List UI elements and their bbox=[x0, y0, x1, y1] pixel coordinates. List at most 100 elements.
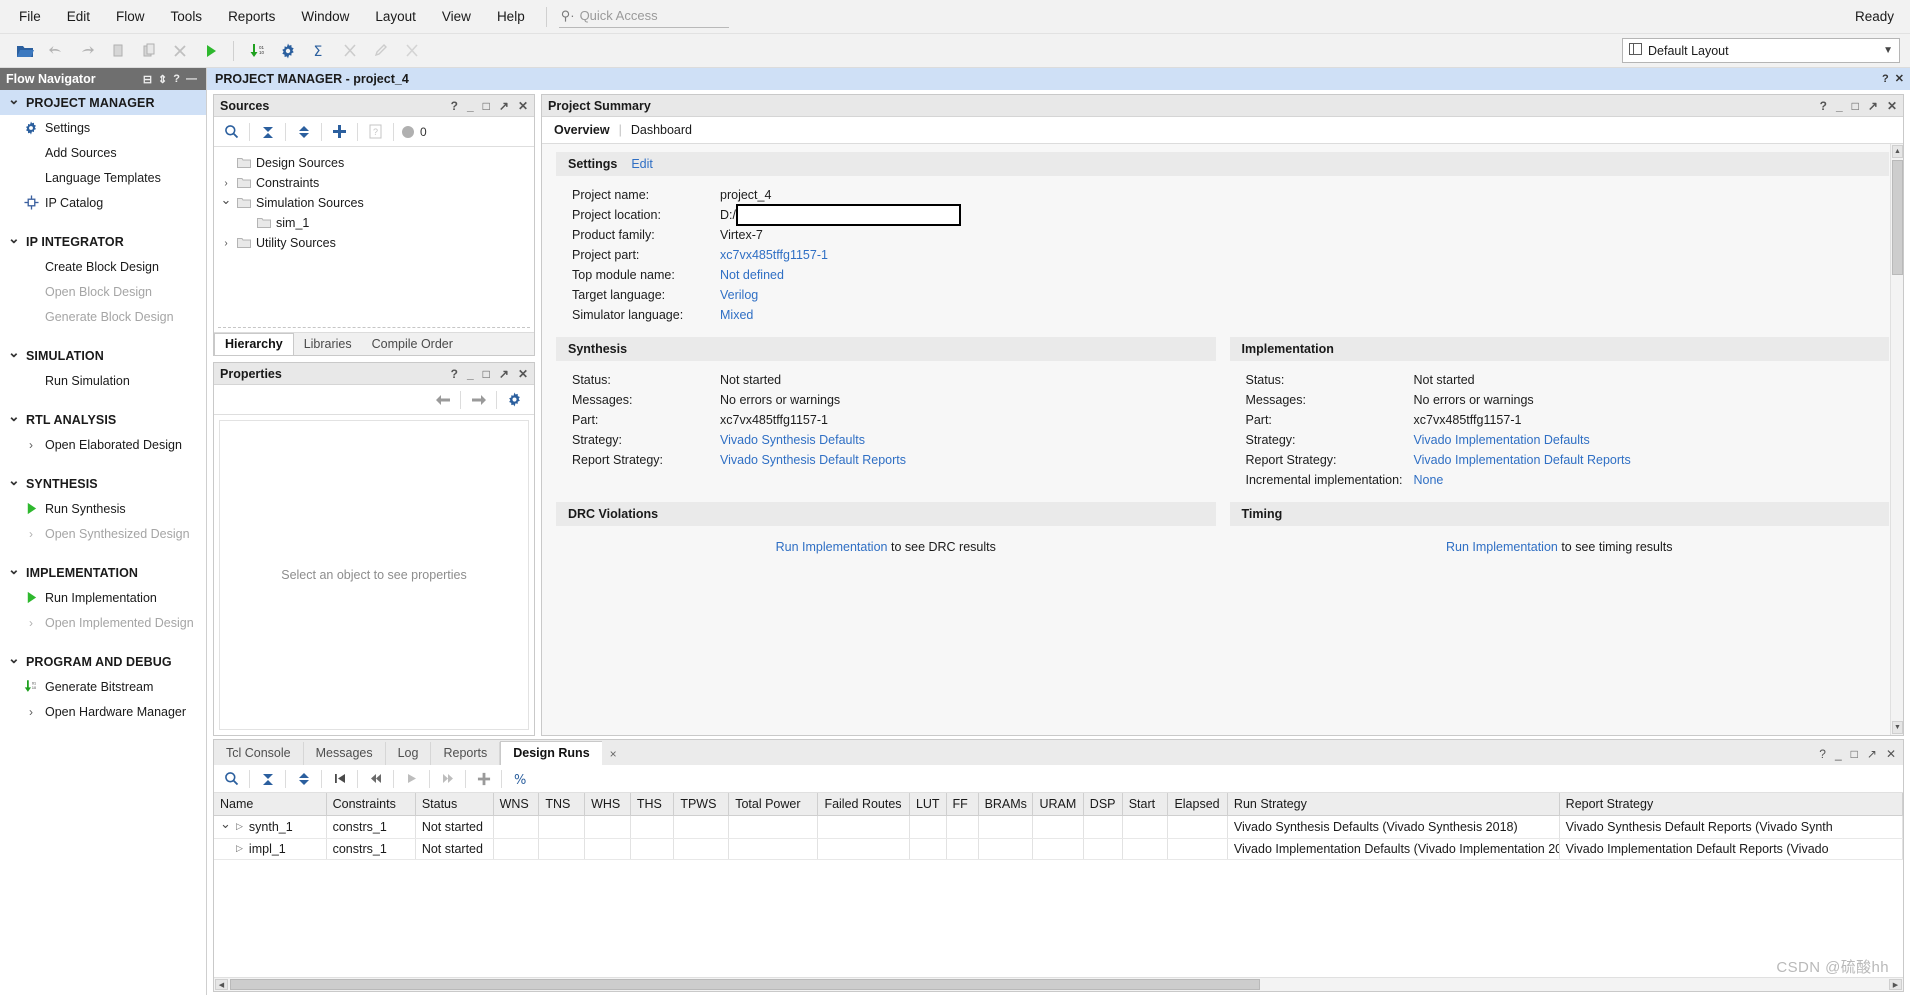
gear-icon[interactable] bbox=[501, 388, 528, 412]
float-icon[interactable]: ↗ bbox=[1868, 100, 1878, 112]
implementation-value[interactable]: None bbox=[1414, 473, 1444, 487]
console-tab-messages[interactable]: Messages bbox=[304, 742, 386, 765]
percent-icon[interactable]: % bbox=[506, 767, 533, 791]
flow-section-rtl-analysis[interactable]: ⌄ RTL ANALYSIS bbox=[0, 407, 206, 432]
help-icon[interactable]: ? bbox=[451, 368, 458, 380]
column-header-brams[interactable]: BRAMs bbox=[978, 793, 1034, 816]
settings-value[interactable]: Mixed bbox=[720, 308, 753, 322]
flow-item-open-hardware-manager[interactable]: › Open Hardware Manager bbox=[0, 699, 206, 724]
console-tab-log[interactable]: Log bbox=[386, 742, 432, 765]
menu-file[interactable]: File bbox=[6, 5, 54, 28]
help-icon[interactable]: ? bbox=[451, 100, 458, 112]
maximize-icon[interactable]: □ bbox=[1852, 100, 1859, 112]
add-run-icon[interactable] bbox=[470, 767, 497, 791]
column-header-tpws[interactable]: TPWS bbox=[673, 793, 730, 816]
close-icon[interactable]: ✕ bbox=[1886, 748, 1896, 760]
column-header-uram[interactable]: URAM bbox=[1032, 793, 1084, 816]
flow-item-generate-bitstream[interactable]: 01 10 Generate Bitstream bbox=[0, 674, 206, 699]
paste-icon[interactable] bbox=[134, 38, 163, 64]
forward-icon[interactable] bbox=[465, 388, 492, 412]
flow-item-settings[interactable]: Settings bbox=[0, 115, 206, 140]
menu-flow[interactable]: Flow bbox=[103, 5, 158, 28]
column-header-ff[interactable]: FF bbox=[946, 793, 979, 816]
column-header-status[interactable]: Status bbox=[415, 793, 494, 816]
flow-item-open-synthesized-design[interactable]: › Open Synthesized Design bbox=[0, 521, 206, 546]
flow-section-program-and-debug[interactable]: ⌄ PROGRAM AND DEBUG bbox=[0, 649, 206, 674]
column-header-failed-routes[interactable]: Failed Routes bbox=[817, 793, 910, 816]
settings-value[interactable]: Verilog bbox=[720, 288, 758, 302]
flow-section-project-manager[interactable]: ⌄ PROJECT MANAGER bbox=[0, 90, 206, 115]
console-tab-tcl-console[interactable]: Tcl Console bbox=[214, 742, 304, 765]
sources-tab-hierarchy[interactable]: Hierarchy bbox=[214, 333, 294, 355]
design-runs-horizontal-scrollbar[interactable]: ◀ ▶ bbox=[214, 977, 1903, 991]
help-icon[interactable]: ? bbox=[1820, 100, 1827, 112]
column-header-elapsed[interactable]: Elapsed bbox=[1167, 793, 1228, 816]
settings-value[interactable]: Not defined bbox=[720, 268, 784, 282]
minimize-icon[interactable]: _ bbox=[1835, 748, 1842, 760]
table-row[interactable]: ⌄ ▷ synth_1 constrs_1 Not started Vivado Synt… bbox=[214, 815, 1903, 839]
help-icon[interactable]: ? bbox=[1882, 73, 1889, 85]
hscrollbar-thumb[interactable] bbox=[230, 979, 1260, 990]
flow-item-create-block-design[interactable]: Create Block Design bbox=[0, 254, 206, 279]
search-icon[interactable] bbox=[218, 120, 245, 144]
chevron-down-icon[interactable]: ⌄ bbox=[220, 816, 231, 832]
tree-node-design-sources[interactable]: Design Sources bbox=[220, 153, 534, 173]
synthesis-value[interactable]: Vivado Synthesis Defaults bbox=[720, 433, 865, 447]
console-tab-reports[interactable]: Reports bbox=[431, 742, 501, 765]
cut-icon[interactable] bbox=[335, 38, 364, 64]
tree-node-constraints[interactable]: › Constraints bbox=[220, 173, 534, 193]
flow-item-open-block-design[interactable]: Open Block Design bbox=[0, 279, 206, 304]
menu-edit[interactable]: Edit bbox=[54, 5, 103, 28]
column-header-wns[interactable]: WNS bbox=[493, 793, 540, 816]
expand-all-icon[interactable]: ⇕ bbox=[155, 73, 170, 86]
pencil-icon[interactable] bbox=[366, 38, 395, 64]
first-run-icon[interactable] bbox=[326, 767, 353, 791]
column-header-report-strategy[interactable]: Report Strategy bbox=[1559, 793, 1903, 816]
flow-item-run-synthesis[interactable]: Run Synthesis bbox=[0, 496, 206, 521]
close-icon[interactable]: ✕ bbox=[1895, 73, 1904, 85]
collapse-all-icon[interactable] bbox=[254, 767, 281, 791]
drc-run-implementation-link[interactable]: Run Implementation bbox=[776, 540, 888, 554]
run-expand-icon[interactable]: ▷ bbox=[236, 821, 243, 832]
timing-run-implementation-link[interactable]: Run Implementation bbox=[1446, 540, 1558, 554]
minimize-icon[interactable]: _ bbox=[467, 100, 474, 112]
flow-section-implementation[interactable]: ⌄ IMPLEMENTATION bbox=[0, 560, 206, 585]
scroll-down-icon[interactable]: ▼ bbox=[1892, 721, 1903, 734]
search-icon[interactable] bbox=[218, 767, 245, 791]
next-run-icon[interactable] bbox=[434, 767, 461, 791]
flow-section-ip-integrator[interactable]: ⌄ IP INTEGRATOR bbox=[0, 229, 206, 254]
flow-item-generate-block-design[interactable]: Generate Block Design bbox=[0, 304, 206, 329]
close-icon[interactable]: ✕ bbox=[1887, 100, 1897, 112]
table-row[interactable]: ▷ impl_1 constrs_1 Not started Vivado Implem… bbox=[214, 838, 1903, 860]
run-icon[interactable] bbox=[196, 38, 225, 64]
sources-tab-libraries[interactable]: Libraries bbox=[294, 334, 362, 355]
maximize-icon[interactable]: □ bbox=[483, 100, 490, 112]
help-icon[interactable]: ? bbox=[1819, 748, 1826, 760]
synthesis-value[interactable]: Vivado Synthesis Default Reports bbox=[720, 453, 906, 467]
clear-marks-icon[interactable] bbox=[397, 38, 426, 64]
column-header-run-strategy[interactable]: Run Strategy bbox=[1227, 793, 1560, 816]
flow-item-language-templates[interactable]: Language Templates bbox=[0, 165, 206, 190]
generate-bitstream-icon[interactable]: 01 10 bbox=[242, 38, 271, 64]
minimize-icon[interactable]: _ bbox=[467, 368, 474, 380]
expand-all-icon[interactable] bbox=[290, 120, 317, 144]
minimize-icon[interactable]: _ bbox=[1836, 100, 1843, 112]
flow-item-open-implemented-design[interactable]: › Open Implemented Design bbox=[0, 610, 206, 635]
scrollbar-thumb[interactable] bbox=[1892, 160, 1903, 275]
summary-vertical-scrollbar[interactable]: ▲ ▼ bbox=[1890, 144, 1903, 735]
close-icon[interactable]: ✕ bbox=[518, 368, 528, 380]
float-icon[interactable]: ↗ bbox=[499, 100, 509, 112]
column-header-start[interactable]: Start bbox=[1122, 793, 1169, 816]
settings-edit-link[interactable]: Edit bbox=[631, 157, 653, 171]
help-icon[interactable]: ? bbox=[170, 73, 183, 85]
collapse-all-icon[interactable] bbox=[254, 120, 281, 144]
run-expand-icon[interactable]: ▷ bbox=[236, 843, 243, 854]
sources-tab-compile-order[interactable]: Compile Order bbox=[362, 334, 463, 355]
flow-item-run-implementation[interactable]: Run Implementation bbox=[0, 585, 206, 610]
column-header-name[interactable]: Name bbox=[214, 793, 327, 816]
scroll-up-icon[interactable]: ▲ bbox=[1892, 145, 1903, 158]
column-header-whs[interactable]: WHS bbox=[584, 793, 631, 816]
implementation-value[interactable]: Vivado Implementation Defaults bbox=[1414, 433, 1590, 447]
close-icon[interactable]: ✕ bbox=[518, 100, 528, 112]
summary-tab-overview[interactable]: Overview bbox=[554, 123, 610, 137]
